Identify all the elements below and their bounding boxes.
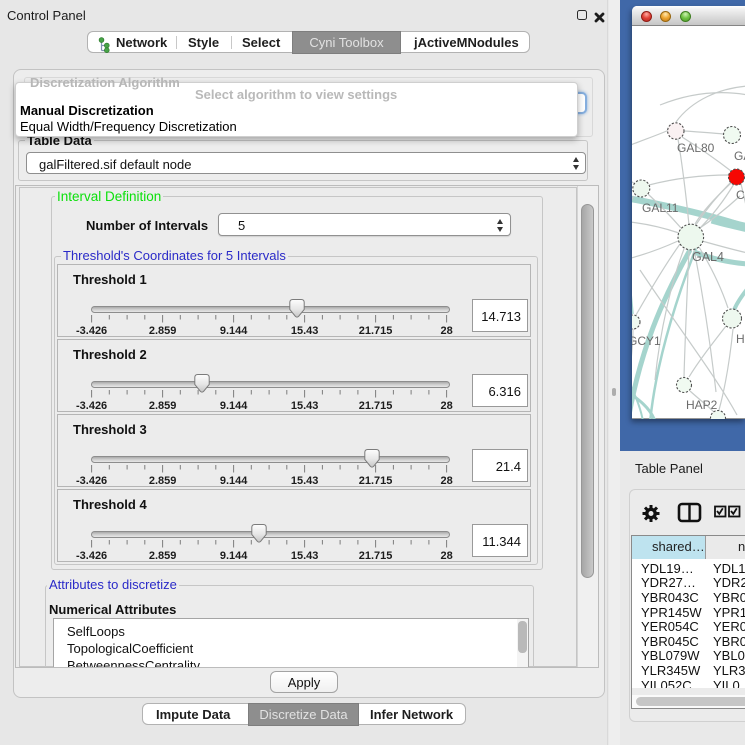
svg-text:-3.426: -3.426 bbox=[76, 475, 107, 487]
svg-text:HAP2: HAP2 bbox=[686, 398, 718, 412]
svg-text:2.859: 2.859 bbox=[149, 475, 177, 487]
svg-text:21.715: 21.715 bbox=[359, 475, 393, 487]
svg-text:GAL80: GAL80 bbox=[677, 141, 715, 155]
svg-text:28: 28 bbox=[440, 325, 452, 337]
svg-text:GA: GA bbox=[734, 149, 745, 163]
svg-text:15.43: 15.43 bbox=[291, 550, 319, 562]
svg-text:GAL4: GAL4 bbox=[692, 250, 724, 264]
svg-text:GCY1: GCY1 bbox=[632, 334, 661, 348]
svg-text:2.859: 2.859 bbox=[149, 400, 177, 412]
svg-text:28: 28 bbox=[440, 550, 452, 562]
svg-text:9.144: 9.144 bbox=[220, 325, 248, 337]
svg-text:15.43: 15.43 bbox=[291, 325, 319, 337]
svg-text:21.715: 21.715 bbox=[359, 325, 393, 337]
svg-text:28: 28 bbox=[440, 475, 452, 487]
svg-text:-3.426: -3.426 bbox=[76, 325, 107, 337]
svg-text:C: C bbox=[736, 188, 745, 202]
svg-text:21.715: 21.715 bbox=[359, 400, 393, 412]
svg-text:GAL11: GAL11 bbox=[642, 201, 679, 215]
svg-text:9.144: 9.144 bbox=[220, 475, 248, 487]
svg-text:21.715: 21.715 bbox=[359, 550, 393, 562]
svg-text:15.43: 15.43 bbox=[291, 400, 319, 412]
svg-text:9.144: 9.144 bbox=[220, 550, 248, 562]
svg-text:9.144: 9.144 bbox=[220, 400, 248, 412]
svg-text:2.859: 2.859 bbox=[149, 325, 177, 337]
svg-text:15.43: 15.43 bbox=[291, 475, 319, 487]
svg-text:2.859: 2.859 bbox=[149, 550, 177, 562]
svg-text:28: 28 bbox=[440, 400, 452, 412]
svg-text:-3.426: -3.426 bbox=[76, 550, 107, 562]
svg-text:-3.426: -3.426 bbox=[76, 400, 107, 412]
svg-text:H: H bbox=[736, 332, 745, 346]
